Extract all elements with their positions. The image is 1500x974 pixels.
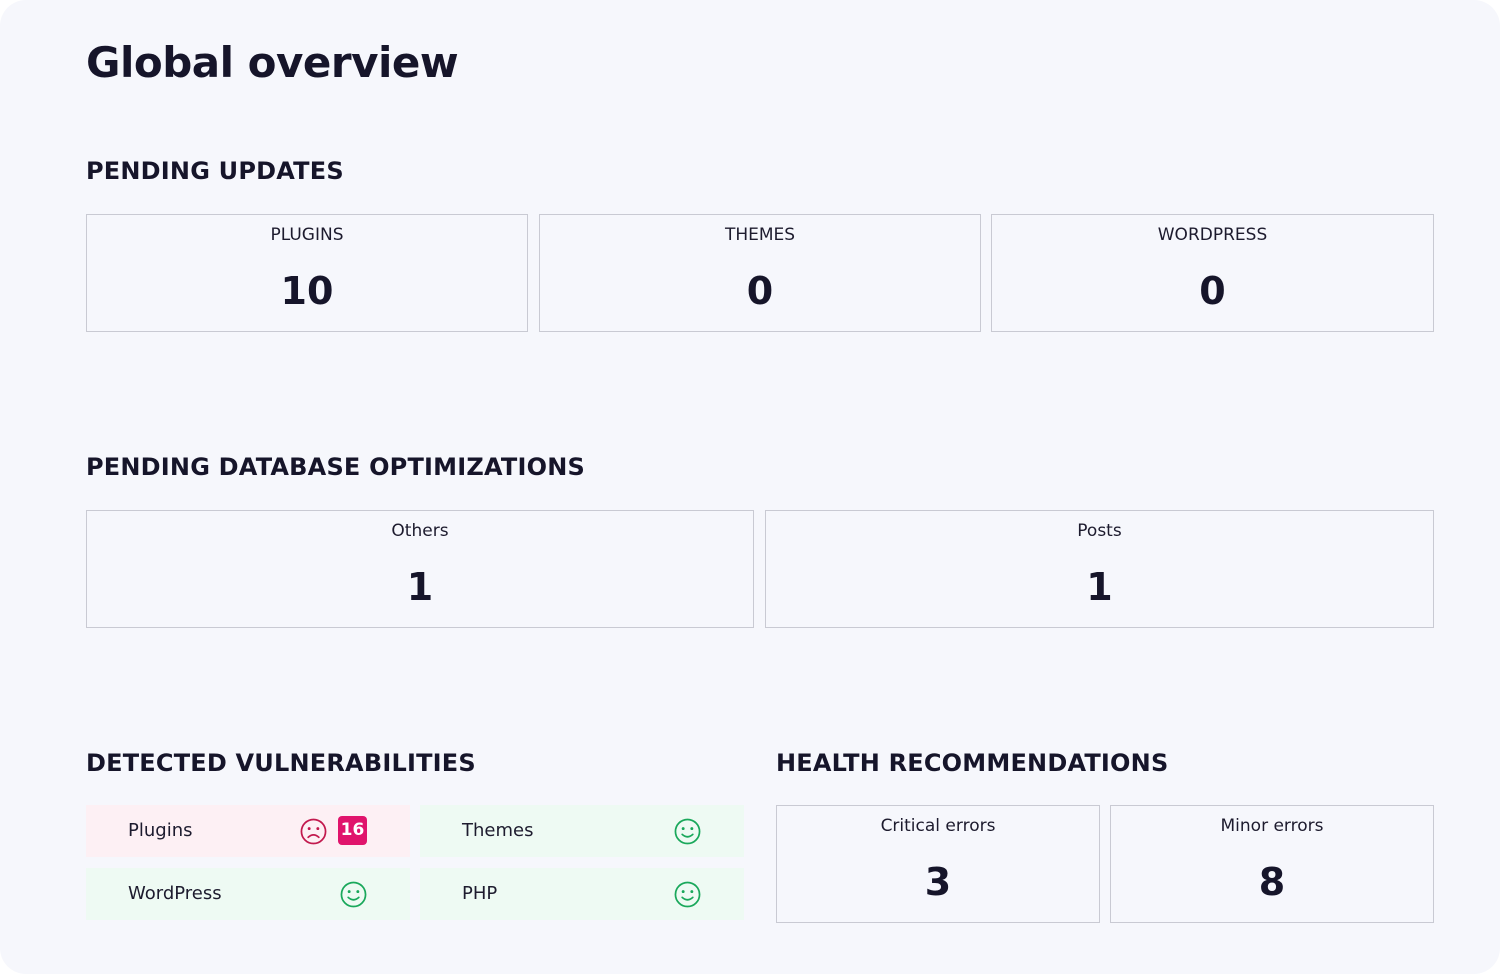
- stat-label: Minor errors: [1220, 816, 1324, 836]
- smiley-face-icon: [340, 881, 367, 908]
- minor-errors-card[interactable]: Minor errors 8: [1110, 805, 1434, 923]
- vulnerability-label: WordPress: [128, 883, 222, 904]
- others-optimizations-card[interactable]: Others 1: [86, 510, 754, 628]
- stat-label: Posts: [1077, 521, 1122, 541]
- vulnerabilities-heading: DETECTED VULNERABILITIES: [86, 749, 476, 777]
- stat-label: THEMES: [724, 225, 796, 245]
- stat-value: 8: [1258, 860, 1286, 904]
- db-optimizations-heading: PENDING DATABASE OPTIMIZATIONS: [86, 453, 585, 481]
- stat-label: Critical errors: [880, 816, 996, 836]
- vulnerability-php[interactable]: PHP: [420, 868, 744, 920]
- stat-value: 0: [746, 269, 774, 313]
- page-title: Global overview: [86, 38, 459, 87]
- stat-value: 1: [1086, 565, 1113, 609]
- stat-label: Others: [391, 521, 449, 541]
- posts-optimizations-card[interactable]: Posts 1: [765, 510, 1434, 628]
- vulnerability-label: Plugins: [128, 820, 193, 841]
- stat-value: 10: [280, 269, 334, 313]
- smiley-face-icon: [674, 818, 701, 845]
- stat-value: 3: [924, 860, 952, 904]
- smiley-face-icon: [674, 881, 701, 908]
- vulnerability-label: Themes: [462, 820, 534, 841]
- vulnerability-wordpress[interactable]: WordPress: [86, 868, 410, 920]
- global-overview-panel: Global overview PENDING UPDATES PLUGINS …: [0, 0, 1500, 974]
- sad-face-icon: [300, 818, 327, 845]
- vulnerability-label: PHP: [462, 883, 498, 904]
- pending-updates-heading: PENDING UPDATES: [86, 157, 344, 185]
- stat-value: 0: [1199, 269, 1226, 313]
- vulnerability-count-badge: 16: [338, 816, 367, 845]
- health-recommendations-heading: HEALTH RECOMMENDATIONS: [776, 749, 1169, 777]
- themes-updates-card[interactable]: THEMES 0: [539, 214, 981, 332]
- vulnerability-plugins[interactable]: Plugins 16: [86, 805, 410, 857]
- vulnerability-themes[interactable]: Themes: [420, 805, 744, 857]
- stat-value: 1: [406, 565, 434, 609]
- plugins-updates-card[interactable]: PLUGINS 10: [86, 214, 528, 332]
- wordpress-updates-card[interactable]: WORDPRESS 0: [991, 214, 1434, 332]
- critical-errors-card[interactable]: Critical errors 3: [776, 805, 1100, 923]
- stat-label: WORDPRESS: [1157, 225, 1268, 245]
- stat-label: PLUGINS: [270, 225, 344, 245]
